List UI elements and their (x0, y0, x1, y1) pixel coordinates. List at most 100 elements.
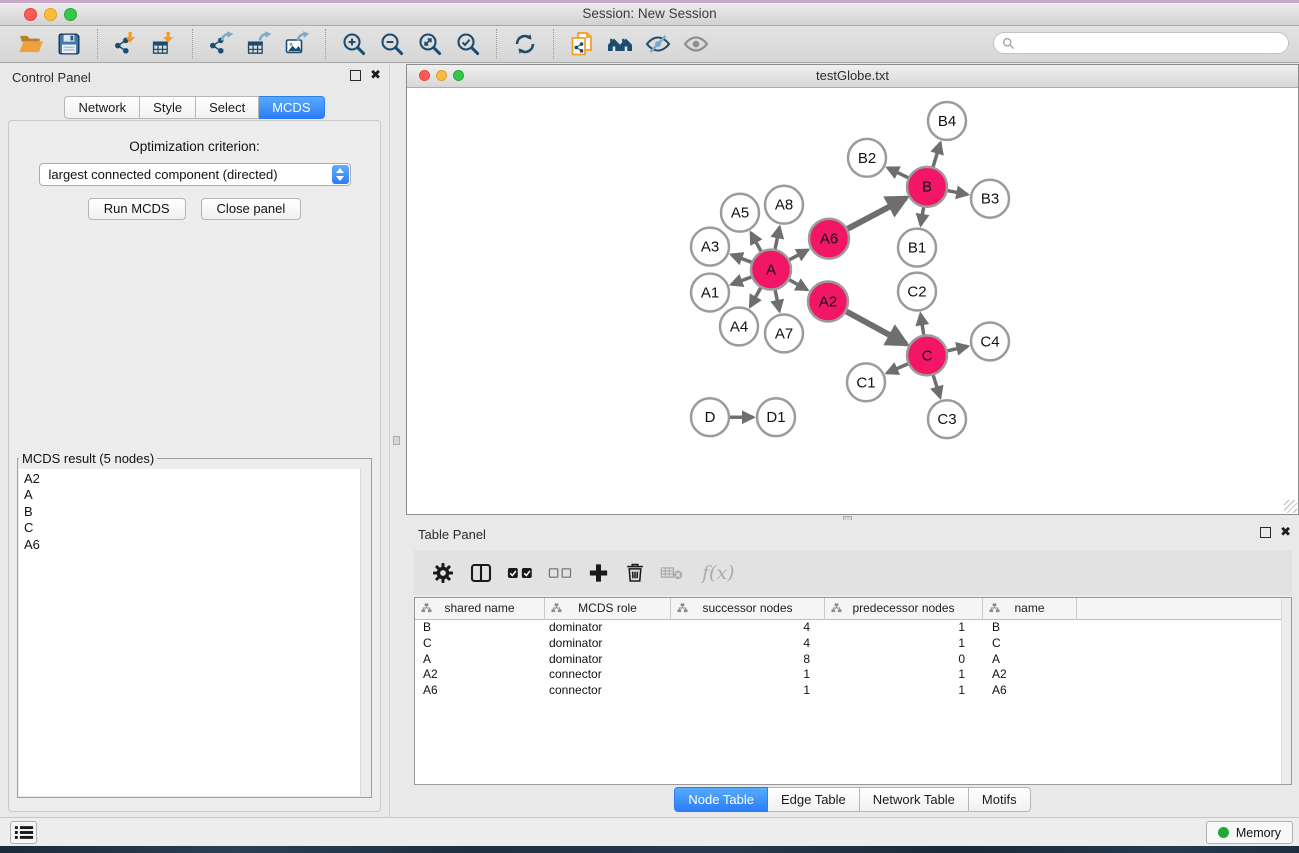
select-all-checkboxes-icon[interactable] (507, 560, 534, 586)
zoom-selected-icon[interactable] (453, 29, 483, 59)
result-item[interactable]: A (24, 487, 370, 503)
column-header-name[interactable]: name (983, 598, 1077, 620)
task-history-button[interactable] (10, 821, 37, 844)
edge-A-A6[interactable] (790, 250, 808, 260)
add-column-icon[interactable] (587, 560, 610, 586)
table-row[interactable]: Bdominator41B (415, 620, 1291, 636)
export-network-icon[interactable] (206, 29, 236, 59)
node-C1[interactable]: C1 (847, 363, 885, 401)
column-header-predecessor-nodes[interactable]: predecessor nodes (825, 598, 983, 620)
memory-button[interactable]: Memory (1206, 821, 1293, 844)
table-scrollbar[interactable] (1281, 598, 1291, 784)
run-mcds-button[interactable]: Run MCDS (88, 198, 186, 220)
tab-select[interactable]: Select (196, 96, 259, 119)
edge-A-A8[interactable] (775, 227, 779, 249)
result-item[interactable]: C (24, 520, 370, 536)
vertical-split-handle[interactable] (393, 436, 400, 445)
open-session-icon[interactable] (16, 29, 46, 59)
node-B2[interactable]: B2 (848, 139, 886, 177)
delete-column-icon[interactable] (624, 560, 646, 586)
table-row[interactable]: A6connector11A6 (415, 683, 1291, 699)
node-A3[interactable]: A3 (691, 228, 729, 266)
hide-panels-icon[interactable] (643, 29, 673, 59)
clone-network-icon[interactable] (567, 29, 597, 59)
split-panel-icon[interactable] (469, 560, 493, 586)
clear-checkboxes-icon[interactable] (548, 560, 573, 586)
refresh-icon[interactable] (510, 29, 540, 59)
edge-A-A7[interactable] (775, 290, 779, 311)
edge-C-C3[interactable] (933, 375, 940, 397)
node-D[interactable]: D (691, 398, 729, 436)
node-A[interactable]: A (751, 250, 791, 290)
export-image-icon[interactable] (282, 29, 312, 59)
edge-A2-C[interactable] (846, 312, 905, 344)
node-B4[interactable]: B4 (928, 102, 966, 140)
node-B3[interactable]: B3 (971, 180, 1009, 218)
search-input[interactable] (1019, 33, 1288, 53)
result-item[interactable]: B (24, 504, 370, 520)
close-table-panel-icon[interactable]: ✖ (1280, 527, 1291, 538)
column-header-MCDS-role[interactable]: MCDS role (545, 598, 671, 620)
edge-C-C4[interactable] (947, 346, 967, 350)
node-A7[interactable]: A7 (765, 314, 803, 352)
zoom-fit-icon[interactable] (415, 29, 445, 59)
delete-table-icon[interactable] (660, 560, 684, 586)
optimization-criterion-select[interactable]: largest connected component (directed) (39, 163, 351, 186)
table-row[interactable]: A2connector11A2 (415, 667, 1291, 683)
node-C2[interactable]: C2 (898, 273, 936, 311)
save-session-icon[interactable] (54, 29, 84, 59)
network-window-titlebar[interactable]: testGlobe.txt (407, 65, 1298, 88)
edge-A-A4[interactable] (750, 288, 760, 307)
edge-A-A2[interactable] (789, 280, 807, 290)
tab-node-table[interactable]: Node Table (674, 787, 768, 812)
float-table-panel-icon[interactable] (1260, 527, 1271, 538)
export-table-icon[interactable] (244, 29, 274, 59)
column-header-shared-name[interactable]: shared name (415, 598, 545, 620)
show-eye-icon[interactable] (681, 29, 711, 59)
edge-C-C1[interactable] (887, 364, 908, 373)
edge-B-B3[interactable] (948, 191, 968, 195)
float-panel-icon[interactable] (350, 70, 361, 81)
zoom-out-icon[interactable] (377, 29, 407, 59)
close-panel-button[interactable]: Close panel (201, 198, 302, 220)
function-builder-icon[interactable]: f(x) (698, 560, 735, 586)
node-B1[interactable]: B1 (898, 229, 936, 267)
node-C3[interactable]: C3 (928, 400, 966, 438)
resize-grip-icon[interactable] (1284, 500, 1297, 513)
tab-motifs[interactable]: Motifs (969, 787, 1031, 812)
edge-A6-B[interactable] (848, 198, 906, 229)
node-A8[interactable]: A8 (765, 186, 803, 224)
import-network-icon[interactable] (111, 29, 141, 59)
close-panel-icon[interactable]: ✖ (370, 70, 381, 81)
node-A4[interactable]: A4 (720, 307, 758, 345)
node-A1[interactable]: A1 (691, 274, 729, 312)
result-scrollbar[interactable] (360, 469, 370, 796)
node-C[interactable]: C (907, 335, 947, 375)
network-home-icon[interactable] (605, 29, 635, 59)
tab-style[interactable]: Style (140, 96, 196, 119)
node-A2[interactable]: A2 (808, 282, 848, 322)
tab-network-table[interactable]: Network Table (860, 787, 969, 812)
edge-B-B2[interactable] (888, 168, 908, 178)
zoom-in-icon[interactable] (339, 29, 369, 59)
edge-B-B1[interactable] (921, 207, 924, 225)
node-D1[interactable]: D1 (757, 398, 795, 436)
edge-C-C2[interactable] (921, 314, 924, 334)
edge-A-A1[interactable] (732, 277, 752, 284)
edge-B-B4[interactable] (933, 143, 940, 167)
column-settings-icon[interactable] (431, 560, 455, 586)
import-table-icon[interactable] (149, 29, 179, 59)
tab-network[interactable]: Network (64, 96, 140, 119)
table-row[interactable]: Adominator80A (415, 652, 1291, 668)
edge-A-A3[interactable] (732, 255, 752, 262)
network-canvas[interactable]: B4B2BB3A8A5A6A3B1AA1C2A2A4A7C4CC1DD1C3 (407, 88, 1298, 514)
result-item[interactable]: A6 (24, 537, 370, 553)
edge-A-A5[interactable] (751, 233, 761, 251)
node-A6[interactable]: A6 (809, 219, 849, 259)
tab-mcds[interactable]: MCDS (259, 96, 324, 119)
node-C4[interactable]: C4 (971, 322, 1009, 360)
result-item[interactable]: A2 (24, 471, 370, 487)
column-header-successor-nodes[interactable]: successor nodes (671, 598, 825, 620)
node-A5[interactable]: A5 (721, 194, 759, 232)
table-row[interactable]: Cdominator41C (415, 636, 1291, 652)
